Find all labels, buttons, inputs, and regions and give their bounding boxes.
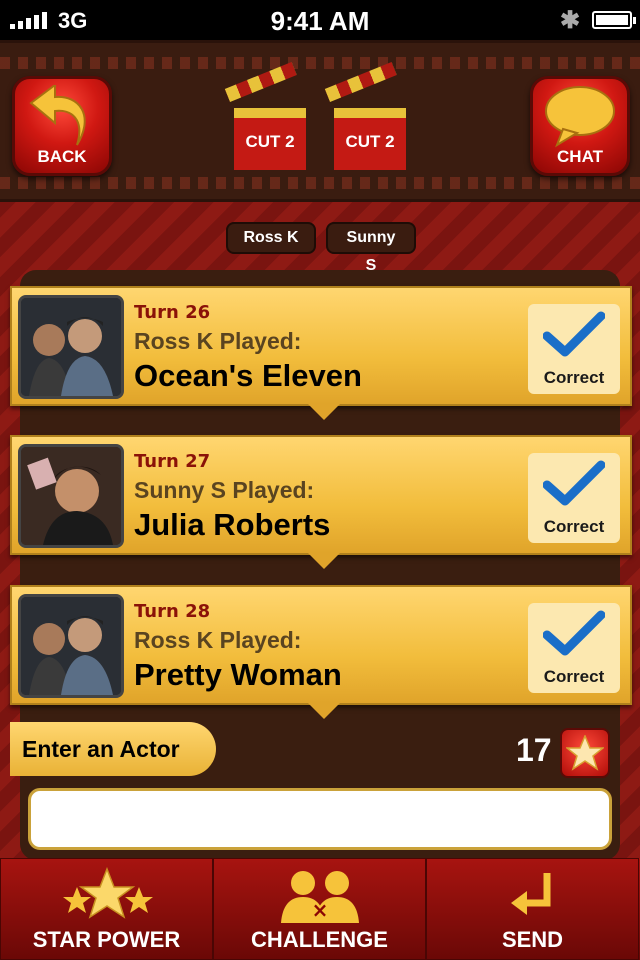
turn-card: Turn 26 Ross K Played: Ocean's Eleven Co… <box>10 286 632 420</box>
star-count: 17 <box>516 732 552 768</box>
bottom-toolbar: STAR POWER × CHALLENGE SEND <box>0 858 640 960</box>
checkmark-icon <box>542 311 606 357</box>
correct-badge: Correct <box>528 603 620 693</box>
played-answer: Ocean's Eleven <box>134 358 362 393</box>
chat-label: CHAT <box>557 147 603 166</box>
svg-text:×: × <box>311 898 328 922</box>
enter-actor-prompt: Enter an Actor <box>10 722 216 776</box>
correct-label: Correct <box>543 517 605 536</box>
played-answer: Julia Roberts <box>134 507 331 542</box>
turn-card: Turn 28 Ross K Played: Pretty Woman Corr… <box>10 585 632 719</box>
speech-bubble-icon <box>545 86 615 148</box>
battery-icon <box>592 11 636 29</box>
back-button[interactable]: BACK <box>12 76 112 176</box>
played-by: Sunny S Played: <box>134 477 315 503</box>
chat-button[interactable]: CHAT <box>530 76 630 176</box>
star-icon <box>560 728 610 778</box>
status-time: 9:41 AM <box>270 6 370 36</box>
actor-input[interactable] <box>28 788 612 850</box>
avatar <box>18 444 124 548</box>
status-bar: 3G 9:41 AM ✱ <box>0 0 640 40</box>
played-by: Ross K Played: <box>134 328 302 354</box>
turn-number: Turn 26 <box>134 302 211 323</box>
cut-label: CUT 2 <box>334 108 406 170</box>
star-power-label: STAR POWER <box>32 927 181 952</box>
played-by: Ross K Played: <box>134 627 302 653</box>
avatar <box>18 594 124 698</box>
checkmark-icon <box>542 610 606 656</box>
turn-number: Turn 27 <box>134 451 211 472</box>
turn-card: Turn 27 Sunny S Played: Julia Roberts Co… <box>10 435 632 569</box>
stars-icon <box>62 867 153 919</box>
cut-label: CUT 2 <box>234 108 306 170</box>
correct-label: Correct <box>543 667 605 686</box>
correct-badge: Correct <box>528 304 620 394</box>
cut-counter-2: CUT 2 <box>324 62 408 172</box>
correct-badge: Correct <box>528 453 620 543</box>
bluetooth-icon: ✱ <box>560 7 581 34</box>
return-arrow-icon <box>510 873 550 915</box>
turn-number: Turn 28 <box>134 601 211 622</box>
player-tab-sunny[interactable]: Sunny S <box>326 222 416 274</box>
send-button[interactable]: SEND <box>426 858 639 960</box>
challenge-label: CHALLENGE <box>251 927 388 952</box>
back-arrow-icon <box>29 83 86 146</box>
played-answer: Pretty Woman <box>134 657 342 692</box>
send-label: SEND <box>501 927 564 952</box>
avatar <box>18 295 124 399</box>
back-label: BACK <box>37 147 87 166</box>
correct-label: Correct <box>543 368 605 387</box>
checkmark-icon <box>542 460 606 506</box>
challenge-icon: × <box>280 871 359 923</box>
challenge-button[interactable]: × CHALLENGE <box>213 858 426 960</box>
cut-counter-1: CUT 2 <box>224 62 308 172</box>
player-tab-ross[interactable]: Ross K <box>226 222 316 254</box>
star-power-button[interactable]: STAR POWER <box>0 858 213 960</box>
